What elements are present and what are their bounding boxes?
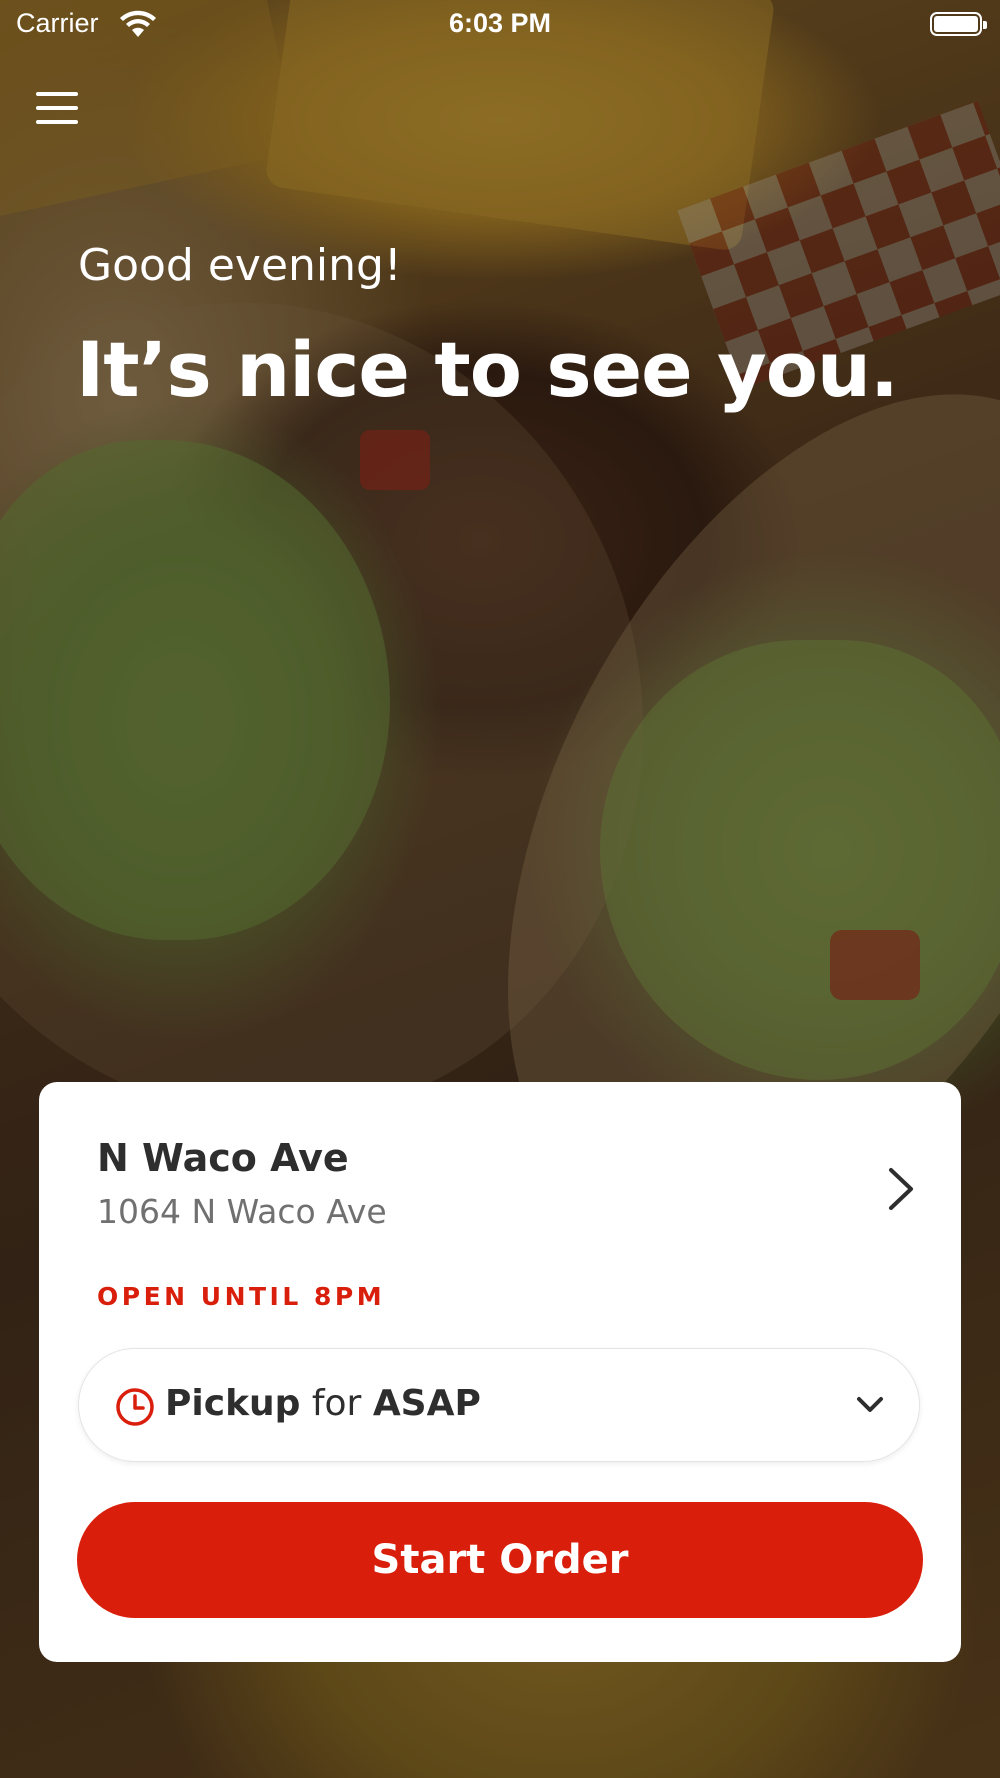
store-selector[interactable]: N Waco Ave 1064 N Waco Ave xyxy=(97,1136,917,1256)
store-card: N Waco Ave 1064 N Waco Ave OPEN UNTIL 8P… xyxy=(39,1082,961,1662)
order-mode-dropdown[interactable]: Pickup for ASAP xyxy=(78,1348,920,1462)
battery-icon xyxy=(930,12,987,36)
order-mode-label: Pickup for ASAP xyxy=(165,1383,481,1424)
chevron-down-icon xyxy=(857,1397,883,1412)
store-name: N Waco Ave xyxy=(97,1136,349,1180)
order-mode-time: ASAP xyxy=(372,1383,481,1424)
page-title: It’s nice to see you. xyxy=(76,325,899,414)
store-hours-badge: OPEN UNTIL 8PM xyxy=(97,1282,386,1311)
hamburger-menu-icon[interactable] xyxy=(36,92,78,132)
order-mode-type: Pickup xyxy=(165,1383,301,1424)
order-mode-connector: for xyxy=(311,1383,362,1424)
store-address: 1064 N Waco Ave xyxy=(97,1192,387,1231)
greeting-text: Good evening! xyxy=(78,240,402,291)
start-order-button[interactable]: Start Order xyxy=(77,1502,923,1618)
clock-icon xyxy=(116,1388,154,1426)
status-bar: Carrier 6:03 PM xyxy=(0,0,1000,50)
clock-time: 6:03 PM xyxy=(448,8,552,38)
chevron-right-icon xyxy=(889,1168,913,1210)
